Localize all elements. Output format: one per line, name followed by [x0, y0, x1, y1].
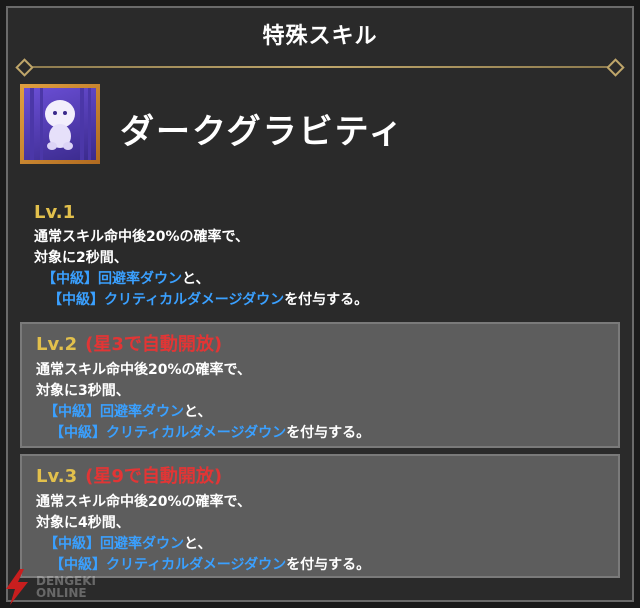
level-3-label: Lv.3	[36, 466, 78, 487]
level-1-heading: Lv.1	[34, 202, 606, 223]
skill-name: ダークグラビティ	[120, 112, 405, 152]
divider-left-ornament	[15, 58, 34, 77]
level-1-line3: 【中級】回避率ダウンと、	[34, 269, 606, 290]
level-2-line4: 【中級】クリティカルダメージダウンを付与する。	[36, 423, 604, 444]
level-3-line3: 【中級】回避率ダウンと、	[36, 534, 604, 555]
special-skill-panel: 特殊スキル ダークグラビティ Lv.1 通常スキル命中後20%の確率で、 対象に…	[6, 6, 634, 602]
level-2-label: Lv.2	[36, 334, 78, 355]
level-3-evasion-down: 【中級】回避率ダウン	[44, 536, 184, 552]
level-2-evasion-down: 【中級】回避率ダウン	[44, 404, 184, 420]
level-2-line1: 通常スキル命中後20%の確率で、	[36, 362, 251, 378]
watermark-logo: DENGEKI ONLINE	[2, 566, 132, 608]
title-divider	[15, 58, 625, 77]
watermark-line2: ONLINE	[36, 586, 87, 600]
level-3-heading: Lv.3 (星9で自動開放)	[36, 462, 604, 488]
level-2-block: Lv.2 (星3で自動開放) 通常スキル命中後20%の確率で、 対象に3秒間、 【…	[20, 322, 620, 448]
panel-title: 特殊スキル	[262, 24, 378, 49]
level-1-crit-down: 【中級】クリティカルダメージダウン	[48, 292, 285, 308]
level-1-line2: 対象に2秒間、	[34, 250, 128, 266]
level-3-description: 通常スキル命中後20%の確率で、 対象に4秒間、 【中級】回避率ダウンと、 【中…	[36, 492, 604, 576]
level-1-line4: 【中級】クリティカルダメージダウンを付与する。	[34, 290, 606, 311]
level-3-line1: 通常スキル命中後20%の確率で、	[36, 494, 251, 510]
level-3-block: Lv.3 (星9で自動開放) 通常スキル命中後20%の確率で、 対象に4秒間、 【…	[20, 454, 620, 578]
level-1-label: Lv.1	[34, 202, 76, 223]
level-2-line3-tail: と、	[184, 404, 212, 420]
level-1-block: Lv.1 通常スキル命中後20%の確率で、 対象に2秒間、 【中級】回避率ダウン…	[20, 196, 620, 308]
level-2-unlock-condition: (星3で自動開放)	[85, 334, 223, 355]
level-1-evasion-down: 【中級】回避率ダウン	[42, 271, 182, 287]
lightning-logo-icon	[6, 569, 28, 605]
ghost-skill-icon	[20, 84, 100, 164]
watermark-text: DENGEKI ONLINE	[36, 575, 96, 599]
level-3-line4-tail: を付与する。	[286, 557, 371, 573]
level-3-unlock-condition: (星9で自動開放)	[85, 466, 223, 487]
divider-right-ornament	[606, 58, 625, 77]
level-2-line4-tail: を付与する。	[286, 425, 371, 441]
level-1-line3-tail: と、	[182, 271, 210, 287]
level-2-line2: 対象に3秒間、	[36, 383, 130, 399]
level-3-line2: 対象に4秒間、	[36, 515, 130, 531]
level-2-line3: 【中級】回避率ダウンと、	[36, 402, 604, 423]
level-1-line1: 通常スキル命中後20%の確率で、	[34, 229, 249, 245]
level-2-heading: Lv.2 (星3で自動開放)	[36, 330, 604, 356]
level-2-crit-down: 【中級】クリティカルダメージダウン	[50, 425, 287, 441]
level-2-description: 通常スキル命中後20%の確率で、 対象に3秒間、 【中級】回避率ダウンと、 【中…	[36, 360, 604, 444]
level-1-line4-tail: を付与する。	[284, 292, 369, 308]
level-3-line3-tail: と、	[184, 536, 212, 552]
level-1-description: 通常スキル命中後20%の確率で、 対象に2秒間、 【中級】回避率ダウンと、 【中…	[34, 227, 606, 311]
